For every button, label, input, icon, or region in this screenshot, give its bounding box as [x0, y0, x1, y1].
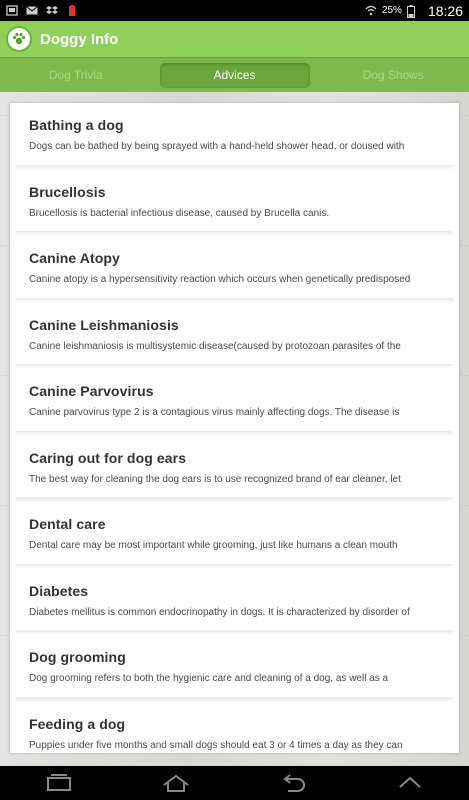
item-title: Canine Leishmaniosis	[29, 316, 179, 333]
list-item[interactable]: Canine Atopy Canine atopy is a hypersens…	[10, 236, 459, 303]
item-description: Dog grooming refers to both the hygienic…	[29, 673, 389, 684]
status-icons-left	[6, 5, 78, 16]
home-icon[interactable]	[156, 771, 196, 795]
item-title: Canine Atopy	[29, 250, 120, 266]
list-item[interactable]: Caring out for dog ears The best way for…	[10, 436, 459, 503]
item-title: Dog grooming	[29, 649, 126, 665]
list-item[interactable]: Dental care Dental care may be most impo…	[10, 502, 459, 569]
wifi-icon	[365, 5, 377, 16]
item-title: Dental care	[29, 516, 106, 532]
list-item[interactable]: Feeding a dog Puppies under five months …	[10, 702, 459, 754]
back-icon[interactable]	[273, 771, 313, 795]
list-item[interactable]: Brucellosis Brucellosis is bacterial inf…	[10, 170, 459, 237]
clock: 18:26	[427, 2, 463, 19]
item-description: Puppies under five months and small dogs…	[29, 739, 403, 751]
item-description: Canine leishmaniosis is multisystemic di…	[29, 340, 401, 352]
item-title: Caring out for dog ears	[29, 449, 187, 466]
battery-alert-icon	[66, 5, 78, 16]
item-description: Diabetes mellitus is common endocrinopat…	[29, 606, 410, 618]
item-description: Dental care may be most important while …	[29, 540, 398, 551]
tab-advices[interactable]: Advices	[159, 62, 310, 88]
tab-dog-shows[interactable]: Dog Shows	[318, 68, 469, 82]
app-title: Doggy Info	[40, 30, 119, 48]
item-description: Dogs can be bathed by being sprayed with…	[29, 141, 405, 152]
navigation-bar	[0, 766, 469, 800]
tab-bar: Dog Trivia Advices Dog Shows	[0, 57, 469, 92]
item-title: Canine Parvovirus	[29, 383, 154, 399]
item-title: Diabetes	[29, 582, 89, 599]
app-logo-icon[interactable]	[6, 26, 32, 52]
item-title: Bathing a dog	[29, 117, 124, 133]
item-description: The best way for cleaning the dog ears i…	[29, 473, 401, 485]
advice-list[interactable]: Bathing a dog Dogs can be bathed by bein…	[10, 103, 459, 753]
list-item[interactable]: Diabetes Diabetes mellitus is common end…	[10, 569, 459, 636]
mail-icon	[26, 5, 38, 16]
item-title: Feeding a dog	[29, 715, 126, 732]
app-bar: Doggy Info	[0, 21, 469, 57]
dropbox-icon	[46, 5, 58, 16]
item-description: Canine parvovirus type 2 is a contagious…	[29, 407, 400, 418]
list-item[interactable]: Dog grooming Dog grooming refers to both…	[10, 635, 459, 702]
status-icons-right: 25% 18:26	[365, 3, 463, 19]
battery-icon	[406, 5, 419, 18]
item-description: Brucellosis is bacterial infectious dise…	[29, 207, 330, 219]
notification-icon	[6, 5, 18, 16]
list-item[interactable]: Canine Parvovirus Canine parvovirus type…	[10, 369, 459, 436]
recent-apps-icon[interactable]	[39, 771, 79, 795]
tab-dog-trivia[interactable]: Dog Trivia	[0, 68, 152, 82]
status-bar: 25% 18:26	[0, 0, 469, 21]
item-description: Canine atopy is a hypersensitivity react…	[29, 274, 411, 285]
list-item[interactable]: Canine Leishmaniosis Canine leishmaniosi…	[10, 303, 459, 370]
item-title: Brucellosis	[29, 183, 106, 200]
list-item[interactable]: Bathing a dog Dogs can be bathed by bein…	[10, 103, 459, 170]
battery-percent: 25%	[381, 5, 402, 16]
menu-up-icon[interactable]	[390, 771, 430, 795]
